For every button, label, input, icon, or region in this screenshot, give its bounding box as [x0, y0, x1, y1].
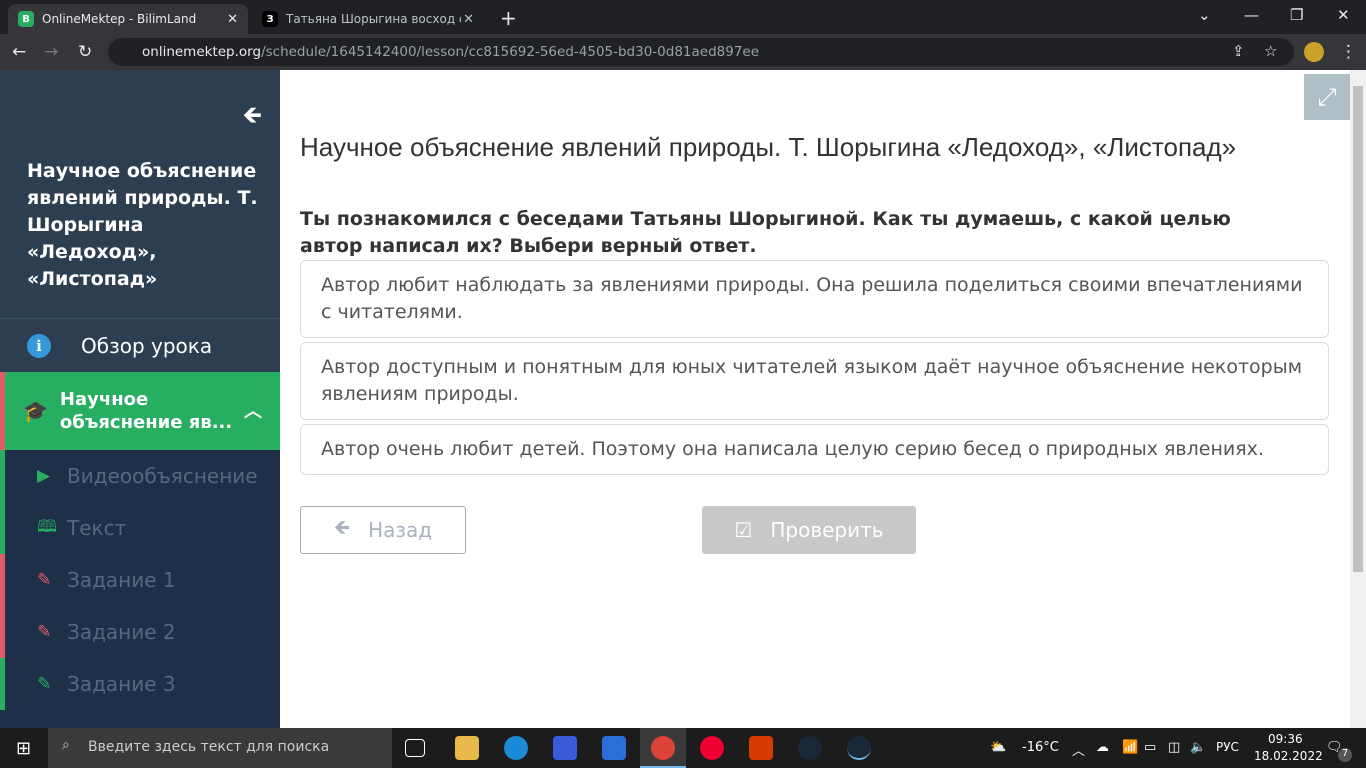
tab-search-icon[interactable]: ⌄ [1198, 6, 1211, 24]
share-icon[interactable]: ⇪ [1232, 42, 1245, 60]
tab-title: OnlineMektep - BilimLand [42, 12, 197, 26]
clock-date[interactable]: 18.02.2022 [1254, 749, 1323, 763]
scrollbar[interactable] [1350, 70, 1366, 728]
chrome-icon [651, 736, 675, 760]
wifi-icon[interactable]: 📶 [1122, 740, 1138, 755]
item-label: Задание 1 [67, 568, 176, 592]
chevron-up-icon[interactable]: ︿ [1072, 740, 1085, 759]
check-button[interactable]: ☑ Проверить [702, 506, 916, 554]
sidebar-item-task-1[interactable]: ✎ Задание 1 [0, 554, 280, 606]
tab-shorygina[interactable]: З Татьяна Шорыгина восход солн ✕ [252, 4, 484, 34]
edit-icon: ✎ [37, 570, 52, 590]
tab-title: Татьяна Шорыгина восход солн [286, 12, 461, 26]
overview-label: Обзор урока [81, 333, 213, 358]
favicon-icon: B [18, 11, 34, 27]
minimize-button[interactable]: — [1244, 6, 1259, 24]
check-label: Проверить [770, 518, 884, 542]
answer-option-3[interactable]: Автор очень любит детей. Поэтому она нап… [300, 424, 1329, 475]
yandex-icon[interactable] [700, 736, 724, 760]
file-explorer-icon[interactable] [455, 736, 479, 760]
book-icon: 🕮 [37, 516, 58, 537]
volume-icon[interactable]: 🔈 [1190, 740, 1206, 755]
main-content: ⤢ Научное объяснение явлений природы. Т.… [280, 70, 1350, 728]
close-tab-icon[interactable]: ✕ [227, 12, 238, 27]
edit-icon: ✎ [37, 674, 52, 694]
chevron-up-icon[interactable]: ︿ [244, 400, 262, 423]
url-input[interactable]: onlinemektep.org/schedule/1645142400/les… [108, 38, 1294, 66]
clock-time[interactable]: 09:36 [1268, 732, 1303, 746]
cloud-error-icon[interactable]: ☁ [1096, 740, 1109, 755]
sidebar-item-current-lesson[interactable]: 🎓 Научное объяснение яв... ︿ [0, 372, 280, 450]
item-label: Текст [67, 516, 127, 540]
url-domain: onlinemektep.org [142, 44, 262, 60]
store-icon[interactable] [602, 736, 626, 760]
question-text: Ты познакомился с беседами Татьяны Шорыг… [300, 208, 1231, 257]
address-bar-row: ← → ↻ onlinemektep.org/schedule/16451424… [0, 34, 1366, 70]
back-arrow-icon[interactable]: 🡸 [243, 98, 263, 139]
taskbar-search-input[interactable]: ⌕ Введите здесь текст для поиска [48, 728, 392, 768]
item-label: Задание 3 [67, 672, 176, 696]
notification-count: 7 [1338, 748, 1352, 762]
language-indicator[interactable]: РУС [1216, 740, 1239, 754]
sidebar-item-text[interactable]: 🕮 Текст [0, 502, 280, 554]
search-icon: ⌕ [62, 737, 70, 753]
tab-onlinemektep[interactable]: B OnlineMektep - BilimLand ✕ [8, 4, 248, 34]
play-icon: ▶ [37, 466, 51, 486]
steam-icon[interactable] [847, 736, 871, 760]
chrome-taskbar-button[interactable] [640, 728, 686, 768]
restore-button[interactable]: ❐ [1290, 6, 1303, 24]
temperature[interactable]: -16°C [1022, 740, 1059, 755]
fullscreen-icon[interactable]: ⤢ [1304, 74, 1350, 120]
windows-start-icon[interactable]: ⊞ [16, 738, 31, 759]
sidebar-item-video[interactable]: ▶ Видеообъяснение [0, 450, 280, 502]
menu-icon[interactable]: ⋮ [1340, 42, 1357, 62]
sidebar-item-task-2[interactable]: ✎ Задание 2 [0, 606, 280, 658]
battery-icon[interactable]: ▭ [1144, 740, 1156, 755]
back-button[interactable]: 🡸 Назад [300, 506, 466, 554]
back-icon[interactable]: ← [12, 42, 26, 62]
taskbar: ⊞ ⌕ Введите здесь текст для поиска ⛅ -16°… [0, 728, 1366, 768]
page-title: Научное объяснение явлений природы. Т. Ш… [300, 132, 1237, 162]
info-icon: i [27, 333, 51, 358]
tab-bar: B OnlineMektep - BilimLand ✕ З Татьяна Ш… [0, 0, 1366, 34]
url-path: /schedule/1645142400/lesson/cc815692-56e… [261, 44, 760, 60]
steam-icon[interactable] [798, 736, 822, 760]
star-icon[interactable]: ☆ [1264, 42, 1277, 60]
arrow-left-icon: 🡸 [333, 515, 351, 539]
reload-icon[interactable]: ↻ [78, 42, 92, 62]
favicon-icon: З [262, 11, 278, 27]
edge-icon[interactable] [504, 736, 528, 760]
answer-option-1[interactable]: Автор любит наблюдать за явлениями приро… [300, 260, 1329, 338]
close-window-button[interactable]: ✕ [1337, 6, 1350, 24]
sidebar-item-task-3[interactable]: ✎ Задание 3 [0, 658, 280, 710]
lesson-title: Научное объяснение явлений природы. Т. Ш… [27, 160, 258, 290]
app-icon[interactable] [553, 736, 577, 760]
back-label: Назад [368, 518, 433, 542]
scrollbar-thumb[interactable] [1353, 86, 1363, 572]
office-icon[interactable] [749, 736, 773, 760]
item-label: Задание 2 [67, 620, 176, 644]
new-tab-button[interactable]: + [500, 6, 517, 30]
check-square-icon: ☑ [734, 518, 753, 542]
answer-option-2[interactable]: Автор доступным и понятным для юных чита… [300, 342, 1329, 420]
search-placeholder: Введите здесь текст для поиска [88, 739, 330, 755]
profile-avatar[interactable] [1304, 42, 1324, 62]
weather-icon[interactable]: ⛅ [990, 740, 1006, 755]
sidebar: 🡸 Научное объяснение явлений природы. Т.… [0, 70, 280, 728]
item-label: Видеообъяснение [67, 464, 258, 488]
current-lesson-label: Научное объяснение яв... [59, 389, 233, 433]
graduation-cap-icon: 🎓 [23, 398, 48, 423]
sidebar-item-overview[interactable]: i Обзор урока [0, 318, 280, 372]
close-tab-icon[interactable]: ✕ [463, 12, 474, 27]
camera-icon[interactable]: ◫ [1168, 740, 1180, 755]
edit-icon: ✎ [37, 622, 52, 642]
task-view-icon[interactable] [405, 739, 425, 757]
forward-icon[interactable]: → [44, 42, 58, 62]
